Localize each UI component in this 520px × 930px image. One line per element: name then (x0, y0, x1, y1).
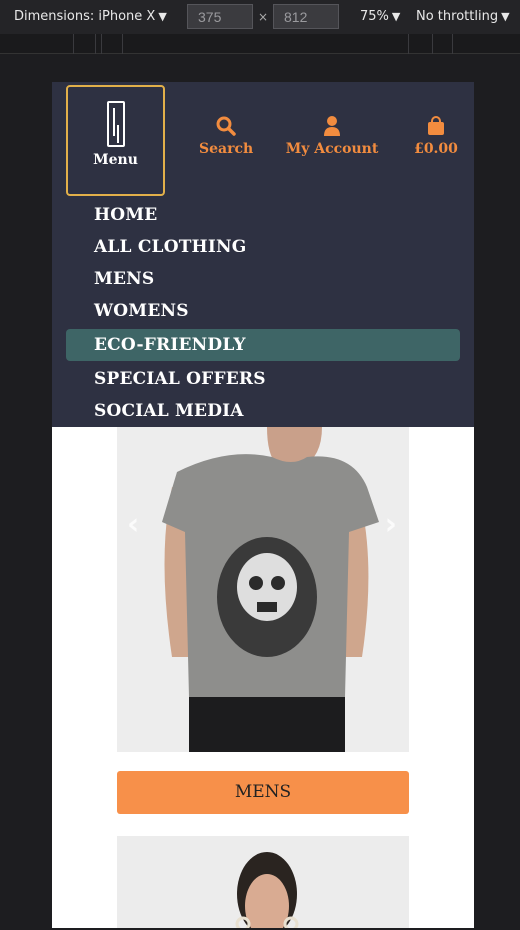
shopping-bag-icon (428, 116, 444, 135)
times-separator: × (258, 10, 269, 24)
chevron-down-icon: ▼ (501, 10, 510, 23)
menu-toggle-button[interactable]: Menu (66, 85, 165, 196)
main-nav: HOME ALL CLOTHING MENS WOMENS ECO-FRIEND… (66, 199, 460, 427)
search-icon (216, 116, 236, 136)
device-viewport: Menu Search My Account £0.00 HOME ALL CL… (52, 82, 474, 928)
carousel-image-womens[interactable] (117, 836, 409, 928)
nav-item-home[interactable]: HOME (66, 199, 460, 231)
carousel-next-arrow-icon[interactable]: › (385, 507, 397, 542)
chevron-down-icon: ▼ (158, 10, 167, 23)
my-account-link[interactable]: My Account (285, 116, 379, 157)
search-label: Search (199, 141, 254, 157)
my-account-label: My Account (285, 141, 379, 157)
device-label: Dimensions: iPhone X (14, 9, 156, 24)
site-header: Menu Search My Account £0.00 HOME ALL CL… (52, 82, 474, 427)
nav-item-special-offers[interactable]: SPECIAL OFFERS (66, 363, 460, 395)
nav-item-all-clothing[interactable]: ALL CLOTHING (66, 231, 460, 263)
brand-logo-icon (106, 101, 125, 147)
media-query-ruler[interactable] (0, 34, 520, 54)
carousel-image-mens[interactable]: ‹ › (117, 427, 409, 752)
nav-item-social-media[interactable]: SOCIAL MEDIA (66, 395, 460, 427)
mens-category-button[interactable]: MENS (117, 771, 409, 814)
throttling-dropdown[interactable]: No throttling ▼ (416, 9, 510, 24)
nav-item-eco-friendly[interactable]: ECO-FRIENDLY (66, 329, 460, 361)
chevron-down-icon: ▼ (391, 10, 401, 23)
menu-label: Menu (93, 152, 138, 168)
user-icon (324, 116, 340, 136)
cart-total: £0.00 (414, 141, 458, 157)
mens-tshirt-photo (117, 427, 409, 752)
device-dimensions-dropdown[interactable]: Dimensions: iPhone X ▼ (14, 9, 167, 24)
throttling-label: No throttling (416, 9, 499, 24)
womens-photo (117, 836, 409, 928)
zoom-label: 75% (360, 9, 389, 24)
devtools-toolbar: Dimensions: iPhone X▼ × 75%▼ No throttli… (0, 0, 520, 34)
nav-item-mens[interactable]: MENS (66, 263, 460, 295)
zoom-dropdown[interactable]: 75% ▼ (360, 9, 400, 24)
width-input[interactable] (187, 4, 253, 29)
height-input[interactable] (273, 4, 339, 29)
search-link[interactable]: Search (199, 116, 253, 157)
nav-item-womens[interactable]: WOMENS (66, 295, 460, 327)
carousel-prev-arrow-icon[interactable]: ‹ (127, 507, 139, 542)
cart-link[interactable]: £0.00 (410, 116, 462, 157)
